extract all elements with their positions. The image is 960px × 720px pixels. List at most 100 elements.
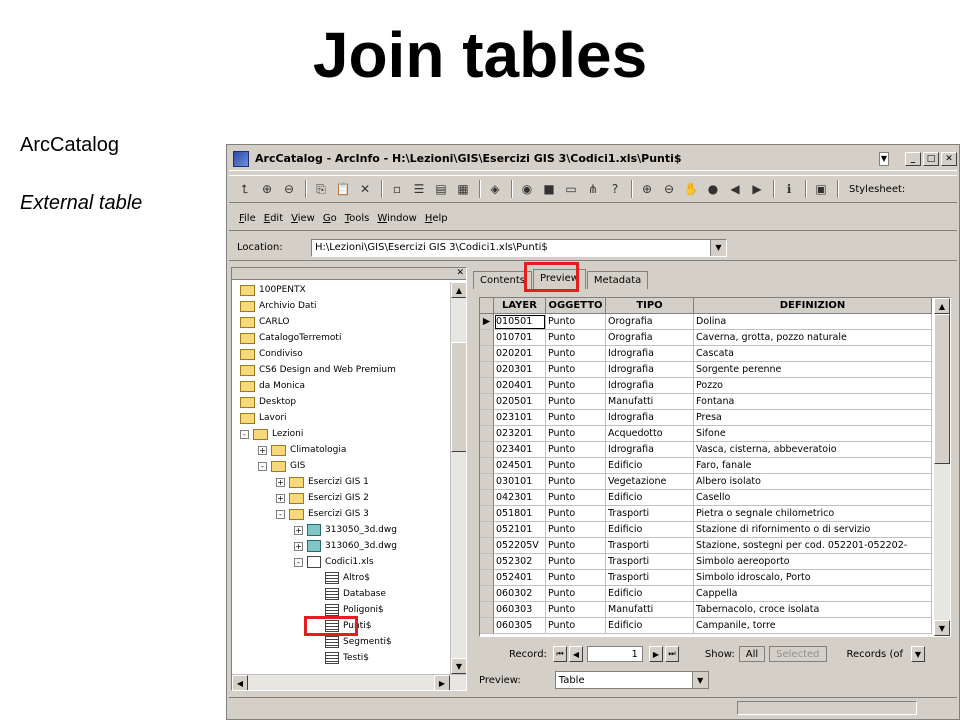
row-selector[interactable]	[480, 602, 494, 618]
table-row[interactable]: 060302 Punto Edificio Cappella	[480, 586, 932, 602]
collapse-icon[interactable]: -	[294, 557, 303, 567]
cell-layer[interactable]: 023101	[494, 410, 546, 426]
menu-file[interactable]: File	[239, 213, 256, 224]
minimize-button[interactable]: _	[905, 151, 921, 166]
cell-layer[interactable]: 060302	[494, 586, 546, 602]
identify-icon[interactable]: ℹ	[779, 179, 799, 199]
menu-go[interactable]: Go	[323, 213, 337, 224]
expand-icon[interactable]: +	[276, 477, 285, 487]
cell-tipo[interactable]: Orografia	[606, 314, 694, 330]
cell-definizion[interactable]: Faro, fanale	[694, 458, 932, 474]
table-row[interactable]: 020201 Punto Idrografia Cascata	[480, 346, 932, 362]
cell-oggetto[interactable]: Punto	[546, 378, 606, 394]
cell-tipo[interactable]: Edificio	[606, 458, 694, 474]
cell-definizion[interactable]: Stazione, sostegni per cod. 052201-05220…	[694, 538, 932, 554]
tree-item[interactable]: Lavori	[234, 410, 446, 426]
cell-layer[interactable]: 051801	[494, 506, 546, 522]
row-selector[interactable]	[480, 474, 494, 490]
cell-oggetto[interactable]: Punto	[546, 490, 606, 506]
collapse-icon[interactable]: -	[240, 429, 249, 439]
cell-oggetto[interactable]: Punto	[546, 522, 606, 538]
paste-icon[interactable]: 📋	[333, 179, 353, 199]
tree-item[interactable]: - Lezioni	[234, 426, 446, 442]
cell-definizion[interactable]: Simbolo idroscalo, Porto	[694, 570, 932, 586]
table-row[interactable]: 052302 Punto Trasporti Simbolo aereoporto	[480, 554, 932, 570]
tree-item[interactable]: + Climatologia	[234, 442, 446, 458]
cell-layer[interactable]: 052302	[494, 554, 546, 570]
details-icon[interactable]: ▤	[431, 179, 451, 199]
delete-icon[interactable]: ✕	[355, 179, 375, 199]
scroll-left-icon[interactable]: ◀	[232, 675, 248, 690]
record-number-input[interactable]: 1	[586, 646, 643, 662]
location-input[interactable]: H:\Lezioni\GIS\Esercizi GIS 3\Codici1.xl…	[311, 238, 727, 257]
table-row[interactable]: 042301 Punto Edificio Casello	[480, 490, 932, 506]
title-dropdown-icon[interactable]: ▼	[879, 151, 889, 166]
table-row[interactable]: 052401 Punto Trasporti Simbolo idroscalo, P…	[480, 570, 932, 586]
cell-layer[interactable]: 052401	[494, 570, 546, 586]
last-record-icon[interactable]: ⏭	[664, 646, 679, 662]
show-all-button[interactable]: All	[738, 646, 766, 662]
tree-item[interactable]: Altro$	[234, 570, 446, 586]
row-selector[interactable]	[480, 458, 494, 474]
launch-arcmap-icon[interactable]: ◈	[485, 179, 505, 199]
cell-definizion[interactable]: Sifone	[694, 426, 932, 442]
cell-oggetto[interactable]: Punto	[546, 442, 606, 458]
cell-definizion[interactable]: Caverna, grotta, pozzo naturale	[694, 330, 932, 346]
row-selector[interactable]	[480, 442, 494, 458]
cell-definizion[interactable]: Sorgente perenne	[694, 362, 932, 378]
tree-vertical-scrollbar[interactable]: ▲ ▼	[450, 282, 466, 674]
cell-oggetto[interactable]: Punto	[546, 602, 606, 618]
tree-close-icon[interactable]: ✕	[456, 268, 464, 278]
expand-icon[interactable]: +	[258, 445, 267, 455]
tab-metadata[interactable]: Metadata	[586, 271, 649, 289]
tree-item[interactable]: + Esercizi GIS 1	[234, 474, 446, 490]
cell-oggetto[interactable]: Punto	[546, 586, 606, 602]
cell-oggetto[interactable]: Punto	[546, 394, 606, 410]
collapse-icon[interactable]: -	[258, 461, 267, 471]
cell-layer[interactable]: 023201	[494, 426, 546, 442]
row-selector[interactable]	[480, 538, 494, 554]
cell-definizion[interactable]: Campanile, torre	[694, 618, 932, 634]
collapse-icon[interactable]: -	[276, 509, 285, 519]
menu-window[interactable]: Window	[377, 213, 416, 224]
row-selector[interactable]	[480, 346, 494, 362]
tree-item[interactable]: Archivio Dati	[234, 298, 446, 314]
cell-layer[interactable]: 052101	[494, 522, 546, 538]
cell-oggetto[interactable]: Punto	[546, 458, 606, 474]
table-row[interactable]: 052205V Punto Trasporti Stazione, sostegni …	[480, 538, 932, 554]
disconnect-folder-icon[interactable]: ⊖	[279, 179, 299, 199]
cell-layer[interactable]: 052205V	[494, 538, 546, 554]
expand-icon[interactable]: +	[294, 525, 303, 535]
model-builder-icon[interactable]: ⋔	[583, 179, 603, 199]
cell-oggetto[interactable]: Punto	[546, 570, 606, 586]
table-row[interactable]: 024501 Punto Edificio Faro, fanale	[480, 458, 932, 474]
forward-arrow-icon[interactable]: ▶	[747, 179, 767, 199]
row-selector[interactable]: ▶	[480, 314, 494, 330]
row-selector[interactable]	[480, 570, 494, 586]
cell-oggetto[interactable]: Punto	[546, 554, 606, 570]
cell-tipo[interactable]: Idrografia	[606, 442, 694, 458]
cell-oggetto[interactable]: Punto	[546, 538, 606, 554]
whats-this-icon[interactable]: ?	[605, 179, 625, 199]
list-icon[interactable]: ☰	[409, 179, 429, 199]
full-extent-icon[interactable]: ●	[703, 179, 723, 199]
cell-definizion[interactable]: Albero isolato	[694, 474, 932, 490]
cell-definizion[interactable]: Fontana	[694, 394, 932, 410]
cell-layer[interactable]: 020401	[494, 378, 546, 394]
cell-tipo[interactable]: Idrografia	[606, 362, 694, 378]
row-selector[interactable]	[480, 490, 494, 506]
cell-definizion[interactable]: Vasca, cisterna, abbeveratoio	[694, 442, 932, 458]
cell-tipo[interactable]: Idrografia	[606, 346, 694, 362]
table-row[interactable]: 060305 Punto Edificio Campanile, torre	[480, 618, 932, 634]
tree-item[interactable]: CatalogoTerremoti	[234, 330, 446, 346]
row-selector[interactable]	[480, 506, 494, 522]
menu-help[interactable]: Help	[425, 213, 448, 224]
records-scroll-icon[interactable]: ▼	[910, 646, 925, 662]
cell-tipo[interactable]: Acquedotto	[606, 426, 694, 442]
table-row[interactable]: 052101 Punto Edificio Stazione di rifornime…	[480, 522, 932, 538]
show-selected-button[interactable]: Selected	[769, 646, 827, 662]
expand-icon[interactable]: +	[276, 493, 285, 503]
cell-oggetto[interactable]: Punto	[546, 346, 606, 362]
cell-oggetto[interactable]: Punto	[546, 330, 606, 346]
table-row[interactable]: 023401 Punto Idrografia Vasca, cisterna, ab…	[480, 442, 932, 458]
